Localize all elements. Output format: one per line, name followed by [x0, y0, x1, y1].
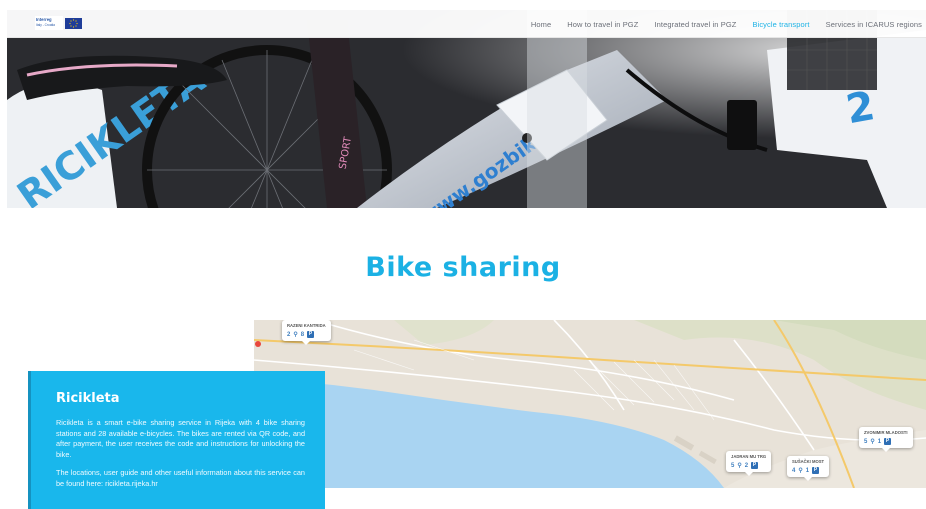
page-title: Bike sharing: [365, 252, 561, 283]
station-counts: 5 ⚲ 1P: [864, 438, 908, 445]
bike-count: 5: [731, 462, 735, 469]
svg-text:Italy - Croatia: Italy - Croatia: [36, 23, 55, 27]
parking-icon: P: [812, 467, 820, 474]
hero-banner: RICIKLETA SPORT www.gozbike 2: [7, 10, 926, 208]
station-counts: 2 ⚲ 8P: [287, 331, 326, 338]
parking-icon: P: [751, 462, 759, 469]
nav-services-icarus[interactable]: Services in ICARUS regions: [826, 20, 922, 29]
card-title: Ricikleta: [56, 391, 120, 406]
station-map[interactable]: RAZENI KANTRIDA 2 ⚲ 8P JADRAN MU TRG 5 ⚲ 2…: [254, 320, 926, 488]
parking-icon: P: [884, 438, 892, 445]
bike-count: 4: [792, 467, 796, 474]
station-name: ZVONIMIR MLADOSTI: [864, 430, 908, 435]
bike-icon: ⚲: [737, 463, 742, 469]
svg-text:Interreg: Interreg: [36, 17, 52, 22]
station-name: JADRAN MU TRG: [731, 454, 767, 459]
hero-bike-photo: RICIKLETA SPORT www.gozbike 2: [7, 10, 926, 208]
nav-bicycle-transport[interactable]: Bicycle transport: [752, 20, 809, 29]
bike-icon: ⚲: [293, 332, 298, 338]
bike-icon: ⚲: [798, 468, 803, 474]
dock-count: 8: [300, 331, 305, 338]
interreg-logo[interactable]: Interreg Italy - Croatia: [35, 16, 83, 30]
station-marker-jadranski-trg[interactable]: JADRAN MU TRG 5 ⚲ 2P: [726, 451, 772, 476]
station-counts: 4 ⚲ 1P: [792, 467, 824, 474]
dock-count: 1: [805, 467, 810, 474]
parking-icon: P: [307, 331, 315, 338]
card-description: Ricikleta is a smart e-bike sharing serv…: [56, 418, 305, 459]
station-marker-kantrida[interactable]: RAZENI KANTRIDA 2 ⚲ 8P: [282, 320, 331, 345]
card-more-info: The locations, user guide and other usef…: [56, 468, 305, 488]
bike-icon: ⚲: [870, 439, 875, 445]
top-navbar: Interreg Italy - Croatia Home How to tra…: [7, 10, 926, 38]
nav-integrated-travel[interactable]: Integrated travel in PGZ: [654, 20, 736, 29]
station-marker-susacki-most[interactable]: SUŠAČKI MOST 4 ⚲ 1P: [787, 456, 830, 481]
station-name: RAZENI KANTRIDA: [287, 323, 326, 328]
bike-count: 5: [864, 438, 868, 445]
ricikleta-info-card: Ricikleta Ricikleta is a smart e-bike sh…: [31, 371, 325, 509]
station-marker-mladosti[interactable]: ZVONIMIR MLADOSTI 5 ⚲ 1P: [859, 427, 913, 452]
station-name: SUŠAČKI MOST: [792, 459, 825, 464]
nav-home[interactable]: Home: [531, 20, 551, 29]
dock-count: 1: [877, 438, 882, 445]
bike-count: 2: [287, 331, 291, 338]
nav-how-to-travel[interactable]: How to travel in PGZ: [567, 20, 638, 29]
station-counts: 5 ⚲ 2P: [731, 462, 766, 469]
dock-count: 2: [744, 462, 749, 469]
main-nav: Home How to travel in PGZ Integrated tra…: [531, 10, 922, 38]
